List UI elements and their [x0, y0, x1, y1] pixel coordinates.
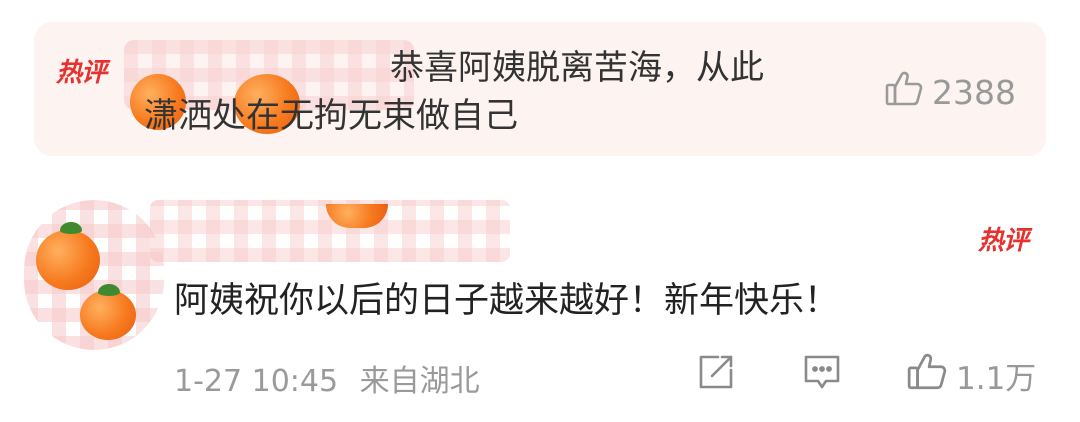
pinned-hot-comment-card[interactable]: 热评 恭喜阿姨脱离苦海，从此 潇洒处在无拘无束做自己 2388 — [34, 22, 1046, 156]
comment-list: 热评 恭喜阿姨脱离苦海，从此 潇洒处在无拘无束做自己 2388 热评 阿姨祝你以… — [0, 0, 1080, 422]
share-button[interactable] — [696, 352, 736, 396]
like-count: 1.1万 — [956, 360, 1037, 397]
like-count: 2388 — [932, 72, 1016, 112]
share-icon — [696, 352, 736, 396]
comment-text: 阿姨祝你以后的日子越来越好！新年快乐！ — [174, 281, 840, 321]
persimmon-decoration — [80, 290, 136, 340]
comment-icon — [802, 352, 842, 396]
persimmon-leaf-decoration — [60, 222, 82, 234]
comment-meta: 1-27 10:45 来自湖北 — [174, 356, 480, 400]
persimmon-leaf-decoration — [98, 284, 120, 296]
comment-item: 热评 阿姨祝你以后的日子越来越好！新年快乐！ 1-27 10:45 来自湖北 1… — [0, 190, 1080, 422]
like-button[interactable]: 2388 — [884, 68, 1016, 116]
comment-timestamp: 1-27 10:45 — [174, 364, 339, 399]
comment-text-line: 恭喜阿姨脱离苦海，从此 — [390, 48, 764, 88]
thumbs-up-icon — [906, 350, 956, 400]
like-button[interactable]: 1.1万 — [906, 350, 1036, 400]
comment-location: 来自湖北 — [359, 364, 480, 399]
thumbs-up-icon — [884, 68, 932, 116]
hot-comment-badge: 热评 — [56, 58, 107, 88]
comment-text: 恭喜阿姨脱离苦海，从此 潇洒处在无拘无束做自己 — [144, 44, 864, 140]
comment-text-line: 潇洒处在无拘无束做自己 — [144, 96, 518, 136]
persimmon-decoration — [36, 230, 100, 290]
reply-button[interactable] — [802, 352, 842, 396]
hot-comment-badge: 热评 — [977, 226, 1029, 256]
